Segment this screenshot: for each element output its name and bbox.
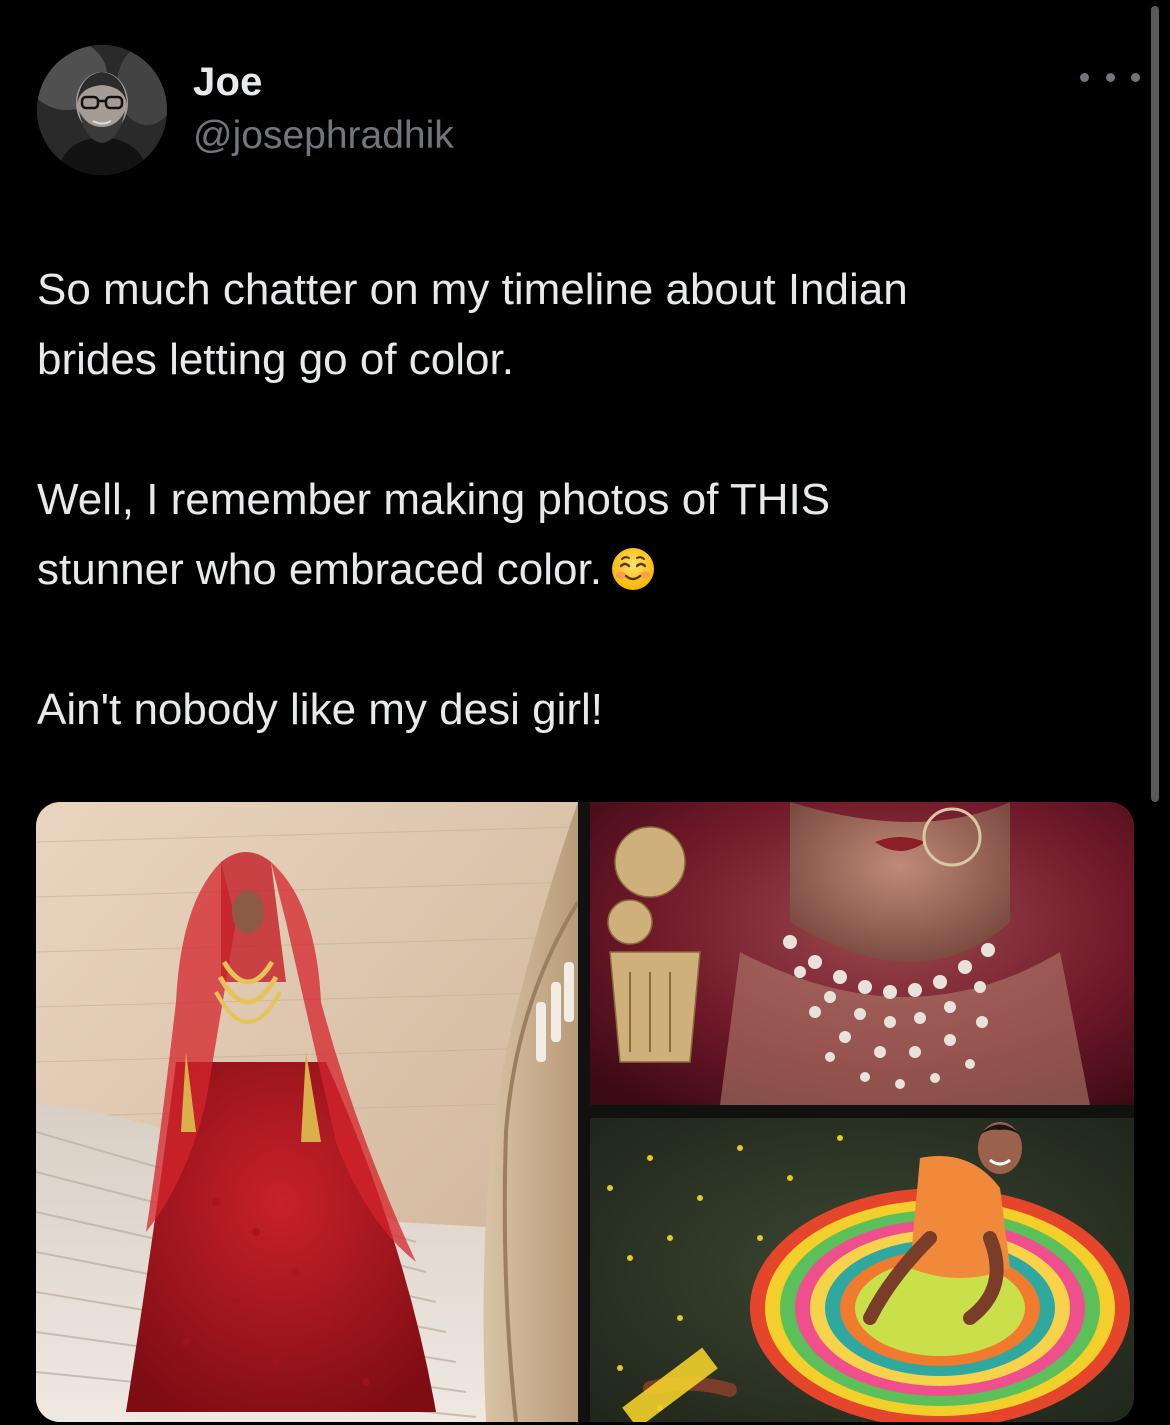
author-handle[interactable]: @josephradhik xyxy=(193,114,454,158)
dot xyxy=(1131,72,1140,82)
tweet-line: stunner who embraced color. xyxy=(37,545,602,594)
dot xyxy=(1080,72,1089,82)
tweet-line: Ain't nobody like my desi girl! xyxy=(37,685,603,734)
avatar-photo xyxy=(37,45,167,175)
dot xyxy=(1105,72,1115,82)
media-photo-bride-staircase[interactable] xyxy=(36,802,578,1422)
tweet-line: So much chatter on my timeline about Ind… xyxy=(37,265,908,314)
media-photo-colorful-lehenga[interactable] xyxy=(590,1118,1134,1422)
tweet: Joe @josephradhik So much chatter on my … xyxy=(0,0,1170,1425)
tweet-line: brides letting go of color. xyxy=(37,335,514,384)
scrollbar[interactable] xyxy=(1151,6,1159,802)
tweet-text: So much chatter on my timeline about Ind… xyxy=(37,255,1127,745)
more-options-icon[interactable] xyxy=(1080,62,1140,92)
media-photo-jewellery-closeup[interactable] xyxy=(590,802,1134,1105)
media-grid xyxy=(36,802,1134,1422)
author-display-name[interactable]: Joe xyxy=(193,60,263,105)
smiling-face-icon xyxy=(610,543,656,590)
tweet-line: Well, I remember making photos of THIS xyxy=(37,475,831,524)
tweet-line-with-emoji: stunner who embraced color. xyxy=(37,535,1127,605)
avatar[interactable] xyxy=(37,45,167,175)
